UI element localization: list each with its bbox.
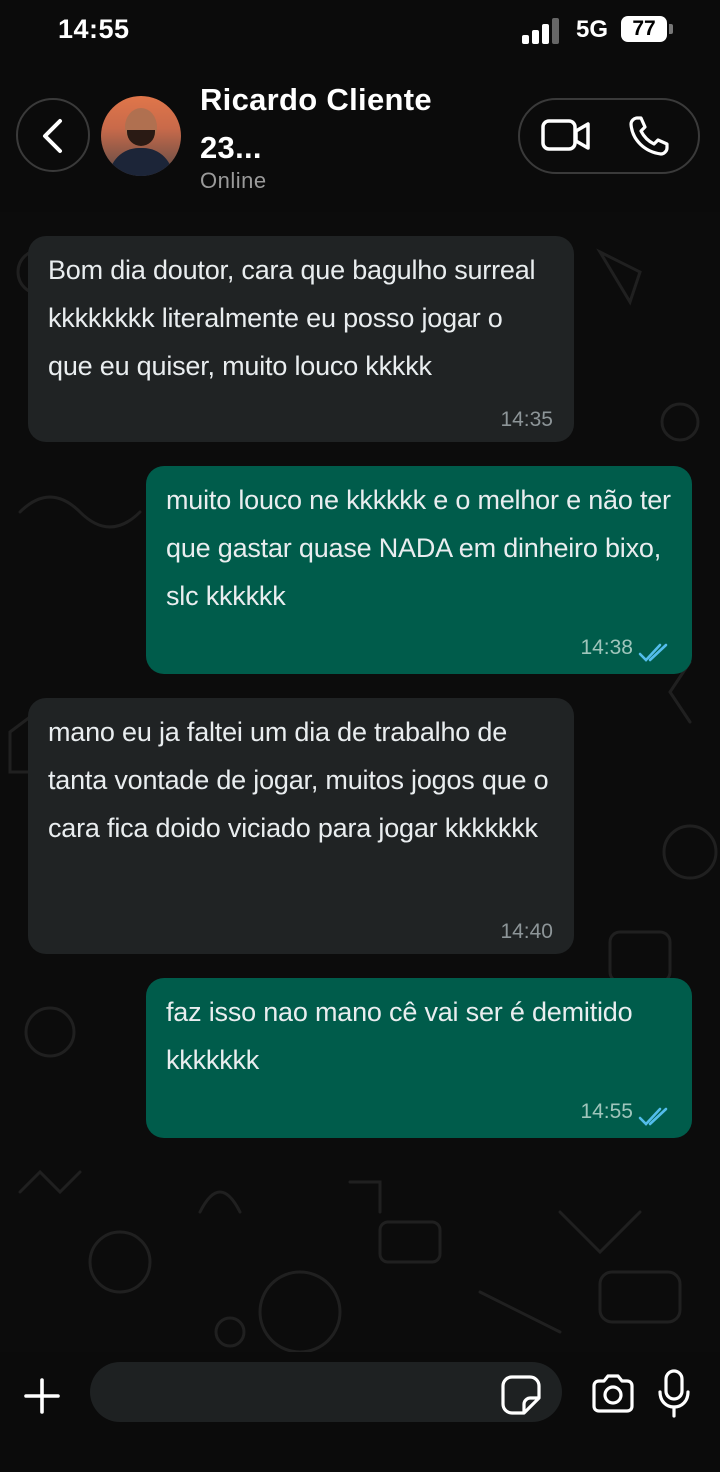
status-time: 14:55 [58, 14, 130, 44]
message-time: 14:40 [500, 920, 553, 943]
message-outgoing[interactable]: faz isso nao mano cê vai ser é demitido … [146, 978, 692, 1138]
plus-icon [24, 1378, 60, 1414]
message-incoming[interactable]: mano eu ja faltei um dia de trabalho de … [28, 698, 574, 954]
read-ticks-icon [638, 643, 668, 662]
message-text: Bom dia doutor, cara que bagulho surreal… [48, 255, 536, 381]
chat-header: Ricardo Cliente 23... Online [0, 62, 720, 212]
sticker-button[interactable] [500, 1374, 542, 1416]
chevron-left-icon [43, 119, 62, 153]
microphone-icon [658, 1369, 690, 1418]
phone-icon [629, 116, 669, 156]
contact-name[interactable]: Ricardo Cliente 23... [200, 76, 500, 172]
message-input[interactable] [90, 1362, 562, 1422]
microphone-button[interactable] [656, 1368, 692, 1420]
signal-icon [522, 16, 566, 44]
video-camera-icon [541, 119, 590, 151]
message-time: 14:38 [580, 636, 633, 659]
battery-tip [669, 24, 673, 34]
avatar[interactable] [101, 96, 181, 176]
network-type: 5G [576, 16, 609, 43]
call-buttons [518, 98, 700, 174]
message-text: mano eu ja faltei um dia de trabalho de … [48, 717, 549, 843]
read-ticks-icon [638, 1107, 668, 1126]
camera-button[interactable] [590, 1372, 636, 1416]
attach-button[interactable] [20, 1374, 64, 1418]
status-bar: 14:55 5G 77 [0, 0, 720, 62]
message-text: muito louco ne kkkkkk e o melhor e não t… [166, 485, 671, 611]
battery-icon: 77 [621, 16, 667, 42]
message-incoming[interactable]: Bom dia doutor, cara que bagulho surreal… [28, 236, 574, 442]
message-outgoing[interactable]: muito louco ne kkkkkk e o melhor e não t… [146, 466, 692, 674]
contact-status: Online [200, 168, 267, 193]
input-bar [0, 1352, 720, 1472]
message-time: 14:35 [500, 408, 553, 431]
voice-call-button[interactable] [626, 114, 674, 158]
chat-area[interactable]: Bom dia doutor, cara que bagulho surreal… [0, 212, 720, 1352]
message-time: 14:55 [580, 1100, 633, 1123]
camera-icon [592, 1374, 634, 1413]
sticker-icon [501, 1375, 541, 1415]
message-text: faz isso nao mano cê vai ser é demitido … [166, 997, 633, 1075]
video-call-button[interactable] [540, 114, 596, 158]
back-button[interactable] [16, 98, 90, 172]
